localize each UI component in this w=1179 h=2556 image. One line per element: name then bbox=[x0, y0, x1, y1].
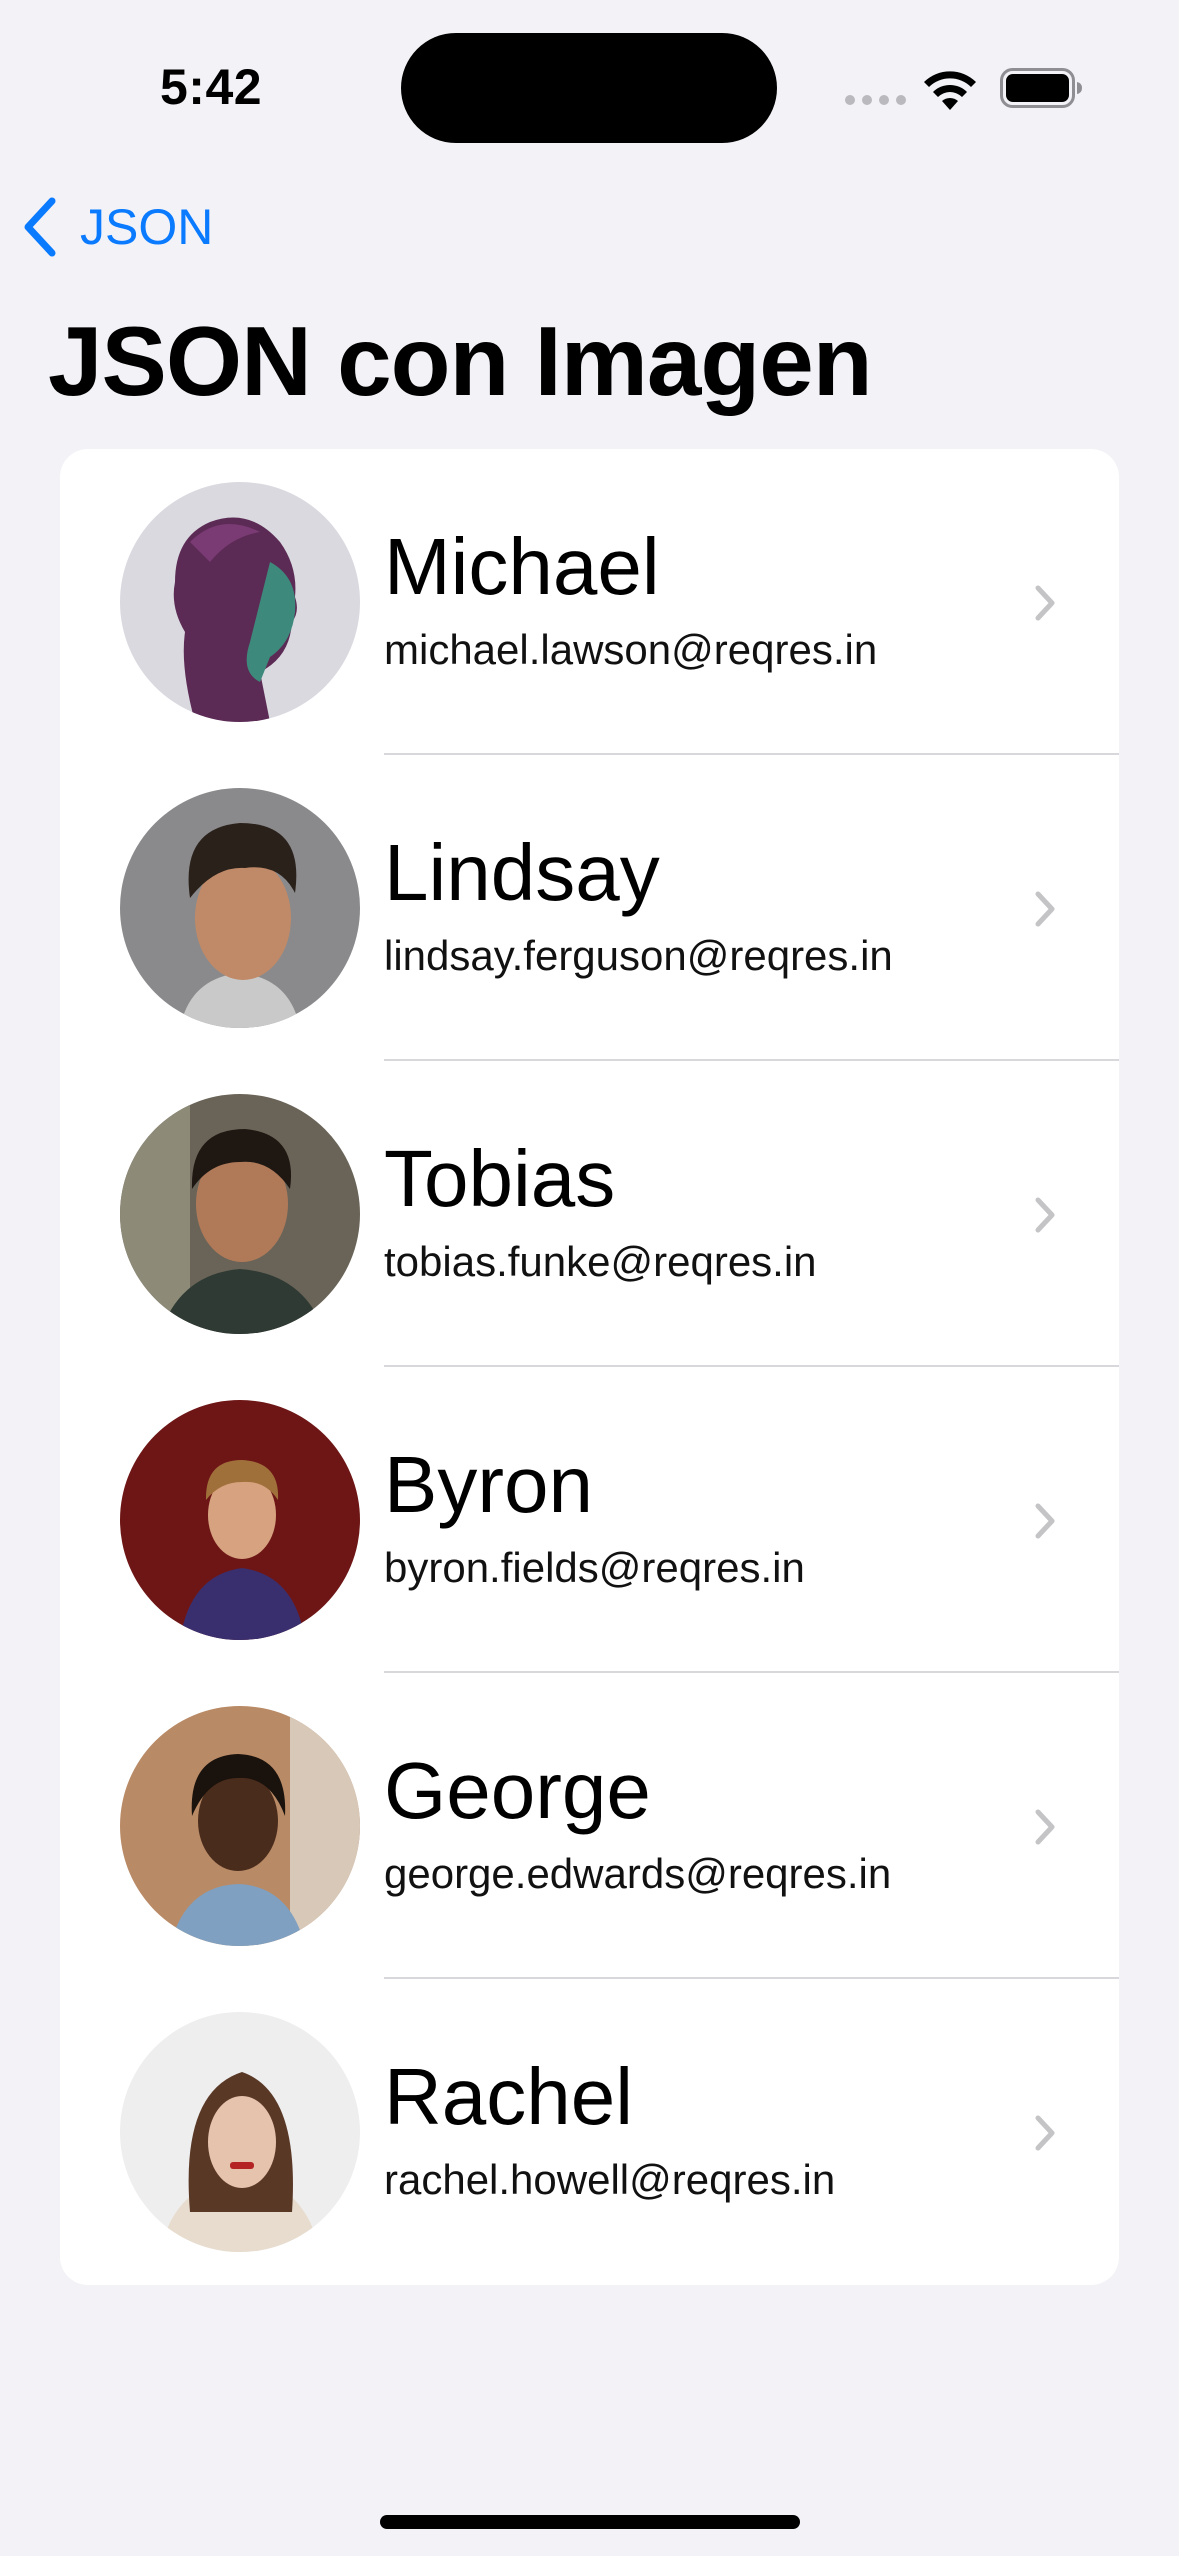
avatar bbox=[120, 482, 360, 722]
avatar bbox=[120, 1400, 360, 1640]
user-email: tobias.funke@reqres.in bbox=[384, 1238, 817, 1285]
back-button-label: JSON bbox=[80, 199, 214, 255]
list-item-user[interactable]: Tobias tobias.funke@reqres.in bbox=[60, 1061, 1119, 1367]
user-name: Tobias bbox=[384, 1134, 616, 1223]
back-button[interactable]: JSON bbox=[22, 195, 213, 259]
avatar bbox=[120, 2012, 360, 2252]
avatar bbox=[120, 1706, 360, 1946]
chevron-right-icon bbox=[1035, 1809, 1055, 1845]
chevron-right-icon bbox=[1035, 585, 1055, 621]
user-email: rachel.howell@reqres.in bbox=[384, 2156, 836, 2203]
cellular-signal-icon bbox=[845, 95, 906, 109]
list-item-user[interactable]: Michael michael.lawson@reqres.in bbox=[60, 449, 1119, 755]
avatar bbox=[120, 788, 360, 1028]
user-email: michael.lawson@reqres.in bbox=[384, 626, 878, 673]
home-indicator[interactable] bbox=[380, 2515, 800, 2529]
wifi-icon bbox=[924, 71, 976, 110]
avatar bbox=[120, 1094, 360, 1334]
chevron-right-icon bbox=[1035, 1197, 1055, 1233]
user-email: george.edwards@reqres.in bbox=[384, 1850, 892, 1897]
user-name: George bbox=[384, 1746, 651, 1835]
user-name: Rachel bbox=[384, 2052, 634, 2141]
user-email: byron.fields@reqres.in bbox=[384, 1544, 805, 1591]
user-name: Byron bbox=[384, 1440, 593, 1529]
battery-icon bbox=[1000, 68, 1082, 108]
chevron-right-icon bbox=[1035, 2115, 1055, 2151]
user-email: lindsay.ferguson@reqres.in bbox=[384, 932, 893, 979]
chevron-left-icon bbox=[24, 197, 56, 257]
page-title: JSON con Imagen bbox=[48, 306, 873, 416]
chevron-right-icon bbox=[1035, 891, 1055, 927]
list-item-user[interactable]: George george.edwards@reqres.in bbox=[60, 1673, 1119, 1979]
list-item-user[interactable]: Rachel rachel.howell@reqres.in bbox=[60, 1979, 1119, 2285]
list-item-user[interactable]: Lindsay lindsay.ferguson@reqres.in bbox=[60, 755, 1119, 1061]
user-name: Michael bbox=[384, 522, 660, 611]
user-name: Lindsay bbox=[384, 828, 660, 917]
list-item-user[interactable]: Byron byron.fields@reqres.in bbox=[60, 1367, 1119, 1673]
user-list: Michael michael.lawson@reqres.in Lindsay… bbox=[60, 449, 1119, 2285]
dynamic-island bbox=[401, 33, 777, 143]
chevron-right-icon bbox=[1035, 1503, 1055, 1539]
status-time: 5:42 bbox=[160, 59, 263, 115]
